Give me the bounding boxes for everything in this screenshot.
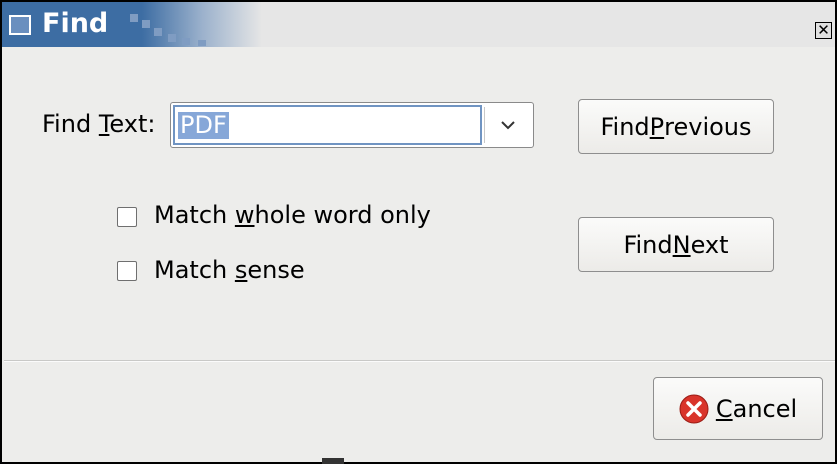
- find-text-combobox[interactable]: PDF: [170, 102, 534, 148]
- background-fragment: [322, 458, 344, 464]
- find-text-value: PDF: [178, 111, 229, 139]
- titlebar-decoration: [154, 28, 162, 36]
- titlebar-decoration: [198, 40, 206, 46]
- window-title: Find: [42, 8, 109, 39]
- match-sense-checkbox[interactable]: [117, 261, 137, 281]
- find-text-label: Find Text:: [42, 110, 156, 138]
- find-next-button[interactable]: Find Next: [578, 217, 774, 272]
- whole-word-checkbox[interactable]: [117, 207, 137, 227]
- find-dialog: Find ✕ Find Text: PDF Find Previous Matc…: [0, 0, 837, 464]
- cancel-icon: [679, 394, 709, 423]
- titlebar-decoration: [130, 14, 138, 22]
- whole-word-label[interactable]: Match whole word only: [154, 201, 431, 229]
- window-menu-icon[interactable]: [9, 15, 31, 35]
- cancel-button[interactable]: Cancel: [653, 377, 823, 440]
- close-icon[interactable]: ✕: [815, 22, 832, 39]
- titlebar-decoration: [168, 34, 176, 42]
- title-bar[interactable]: Find ✕: [2, 2, 835, 47]
- cancel-label: Cancel: [715, 394, 798, 423]
- find-previous-button[interactable]: Find Previous: [578, 99, 774, 154]
- dialog-separator-highlight: [4, 361, 835, 362]
- titlebar-decoration: [182, 38, 190, 45]
- match-sense-label[interactable]: Match sense: [154, 256, 305, 284]
- find-text-input[interactable]: PDF: [173, 105, 482, 145]
- combo-divider: [484, 107, 485, 143]
- titlebar-decoration: [142, 20, 150, 28]
- chevron-down-icon[interactable]: [493, 112, 523, 138]
